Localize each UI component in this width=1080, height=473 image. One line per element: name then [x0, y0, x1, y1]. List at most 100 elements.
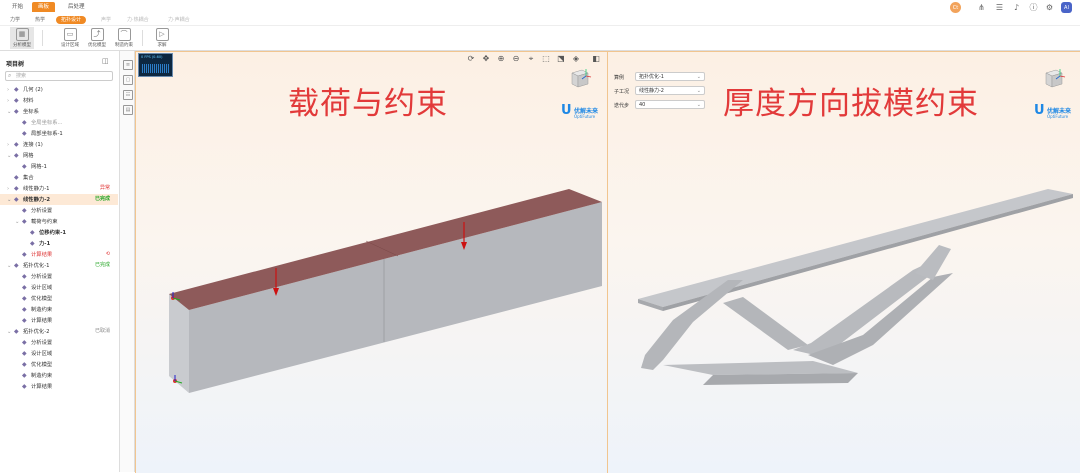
solve-button[interactable]: ▷ 求解	[150, 27, 174, 49]
tree-item[interactable]: › ◆ 线性静力-1 异常	[0, 183, 118, 194]
ribbon-tab-topology[interactable]: 拓扑设计	[56, 16, 87, 24]
user-badge[interactable]: Ct	[950, 2, 961, 13]
tree-item[interactable]: › ◆ 连接 (1)	[0, 139, 118, 150]
tree-item-label: 全局坐标系...	[31, 120, 63, 126]
tree-item[interactable]: ◆ 计算结果	[0, 381, 118, 392]
optimize-icon: ◆	[22, 295, 27, 302]
list-icon[interactable]: ☰	[994, 2, 1005, 13]
tree-item[interactable]: ◆ 计算结果	[0, 315, 118, 326]
rotate-icon[interactable]: ⟳	[466, 54, 476, 64]
view-cube[interactable]	[566, 67, 592, 89]
tree-item[interactable]: ◆ 设计区域	[0, 282, 118, 293]
notes-icon[interactable]: ☷	[123, 90, 133, 100]
ribbon-tab-thermo-mech[interactable]: 力·热耦合	[122, 16, 154, 24]
tree-item-label: 位移约束-1	[39, 230, 67, 236]
tree-item[interactable]: ◆ 力-1	[0, 238, 118, 249]
tree-item[interactable]: › ◆ 材料	[0, 95, 118, 106]
viewport-title: 厚度方向拔模约束	[723, 86, 979, 122]
collapse-panel-icon[interactable]: ◫	[102, 57, 109, 65]
iteration-select[interactable]: 40 ⌄	[635, 100, 705, 109]
tree-item[interactable]: ⌄ ◆ 线性静力-2 已完成	[0, 194, 118, 205]
tree-item[interactable]: ◆ 分析设置	[0, 205, 118, 216]
subcase-select[interactable]: 线性静力-2 ⌄	[635, 86, 705, 95]
tab-model[interactable]: 画板	[32, 2, 56, 12]
ribbon-toolbar: ▦ 分析模型 ▭ 设计区域 ⤴ 优化模型 ⌒ 制造约束 ▷ 求解	[0, 26, 1080, 51]
prop-label-case: 算例	[614, 75, 625, 81]
avatar[interactable]: AI	[1061, 2, 1072, 13]
zoom-icon[interactable]: ⊕	[496, 54, 506, 64]
case-select[interactable]: 拓扑优化-1 ⌄	[635, 72, 705, 81]
tree-item[interactable]: ◆ 制造约束	[0, 370, 118, 381]
status-badge: 已完成	[94, 262, 110, 268]
tree-item[interactable]: ◆ 网格-1	[0, 161, 118, 172]
mesh-icon: ◆	[22, 163, 27, 170]
ribbon-tab-mechanics[interactable]: 力学	[5, 16, 25, 24]
optimize-model-button[interactable]: ⤴ 优化模型	[85, 27, 109, 49]
side-tool-strip: ≡ ▢ ☷ ▤	[120, 51, 135, 472]
tree-item[interactable]: ◆ 制造约束	[0, 304, 118, 315]
bell-icon[interactable]: ♪	[1011, 2, 1022, 13]
analysis-model-button[interactable]: ▦ 分析模型	[10, 27, 34, 49]
tree-item[interactable]: ◆ 位移约束-1	[0, 227, 118, 238]
manufacture-constraint-button[interactable]: ⌒ 制造约束	[112, 27, 136, 49]
ribbon-tab-acoustic[interactable]: 声学	[96, 16, 116, 24]
tree-item[interactable]: ◆ 优化模型	[0, 359, 118, 370]
status-badge: 已取消	[94, 328, 110, 334]
tree-item[interactable]: ◆ 计算结果 ⟲	[0, 249, 118, 260]
layers-icon[interactable]: ≡	[123, 60, 133, 70]
tree-item[interactable]: ◆ 局部坐标系-1	[0, 128, 118, 139]
topology-result-model[interactable]	[633, 185, 1078, 385]
gear-icon[interactable]: ⚙	[1044, 2, 1055, 13]
pan-icon[interactable]: ✥	[481, 54, 491, 64]
tree-item[interactable]: ⌄ ◆ 拓扑优化-1 已完成	[0, 260, 118, 271]
tree-item[interactable]: ◆ 优化模型	[0, 293, 118, 304]
info-icon[interactable]: ⓘ	[1028, 2, 1039, 13]
tree-item[interactable]: › ◆ 几何 (2)	[0, 84, 118, 95]
zoom-box-icon[interactable]: ⬚	[541, 54, 551, 64]
tree-list: › ◆ 几何 (2) › ◆ 材料 ⌄ ◆ 坐标系 ◆ 全局坐标系... ◆ 局部坐标系-1 › ◆ 连接 (…	[0, 84, 118, 392]
tool-label: 设计区域	[61, 43, 79, 48]
ribbon-tab-thermal[interactable]: 热学	[30, 16, 50, 24]
tree-item[interactable]: ◆ 集合	[0, 172, 118, 183]
tree-item-label: 拓扑优化-1	[23, 263, 50, 269]
viewport-left[interactable]: 0 FPS (0-60) 载荷与约束 U 优解未来 OptiFuture	[135, 51, 607, 473]
tree-item-label: 材料	[23, 98, 34, 104]
beam-model[interactable]	[166, 182, 611, 397]
view-icon[interactable]: ▢	[123, 75, 133, 85]
tree-item-label: 线性静力-1	[23, 186, 50, 192]
chevron-down-icon: ⌄	[696, 74, 701, 80]
table-icon[interactable]: ▤	[123, 105, 133, 115]
zoom-out-icon[interactable]: ⊖	[511, 54, 521, 64]
tree-item[interactable]: ⌄ ◆ 坐标系	[0, 106, 118, 117]
view-cube[interactable]	[1040, 67, 1066, 89]
search-input[interactable]: 搜索	[5, 71, 113, 81]
tab-postprocess[interactable]: 后处理	[62, 2, 91, 12]
fps-text: 0 FPS (0-60)	[141, 55, 163, 59]
select-icon[interactable]: ⬔	[556, 54, 566, 64]
top-menu-bar: 开始 画板 后处理 Ct ⋔ ☰ ♪ ⓘ ⚙ AI	[0, 0, 1080, 14]
tree-item[interactable]: ⌄ ◆ 拓扑优化-2 已取消	[0, 326, 118, 337]
tab-start[interactable]: 开始	[6, 2, 29, 12]
tree-item[interactable]: ⌄ ◆ 网格	[0, 150, 118, 161]
tree-item[interactable]: ◆ 全局坐标系...	[0, 117, 118, 128]
design-region-button[interactable]: ▭ 设计区域	[58, 27, 82, 49]
tree-item-label: 线性静力-2	[23, 197, 51, 203]
viewport-title: 载荷与约束	[288, 86, 448, 122]
tree-item[interactable]: ◆ 设计区域	[0, 348, 118, 359]
connection-icon: ◆	[14, 141, 19, 148]
subcase-select-value: 线性静力-2	[639, 88, 664, 94]
tree-item-label: 载荷与约束	[31, 219, 58, 225]
logo-mark: U	[1034, 103, 1045, 118]
cube-icon[interactable]: ◈	[571, 54, 581, 64]
tree-item[interactable]: ◆ 分析设置	[0, 337, 118, 348]
viewport-right[interactable]: 厚度方向拔模约束 算例 拓扑优化-1 ⌄ 子工况 线性静力-2 ⌄ 迭代步 40…	[607, 51, 1080, 473]
tree-item-label: 计算结果	[31, 252, 53, 258]
tree-item[interactable]: ◆ 分析设置	[0, 271, 118, 282]
section-icon[interactable]: ◧	[591, 54, 601, 64]
force-icon: ◆	[30, 240, 35, 247]
ribbon-tab-acousto-mech[interactable]: 力·声耦合	[163, 16, 195, 24]
tree-item[interactable]: ⌄ ◆ 载荷与约束	[0, 216, 118, 227]
status-badge: 异常	[99, 185, 110, 191]
share-icon[interactable]: ⋔	[976, 2, 987, 13]
fit-view-icon[interactable]: ⌖	[526, 54, 536, 64]
